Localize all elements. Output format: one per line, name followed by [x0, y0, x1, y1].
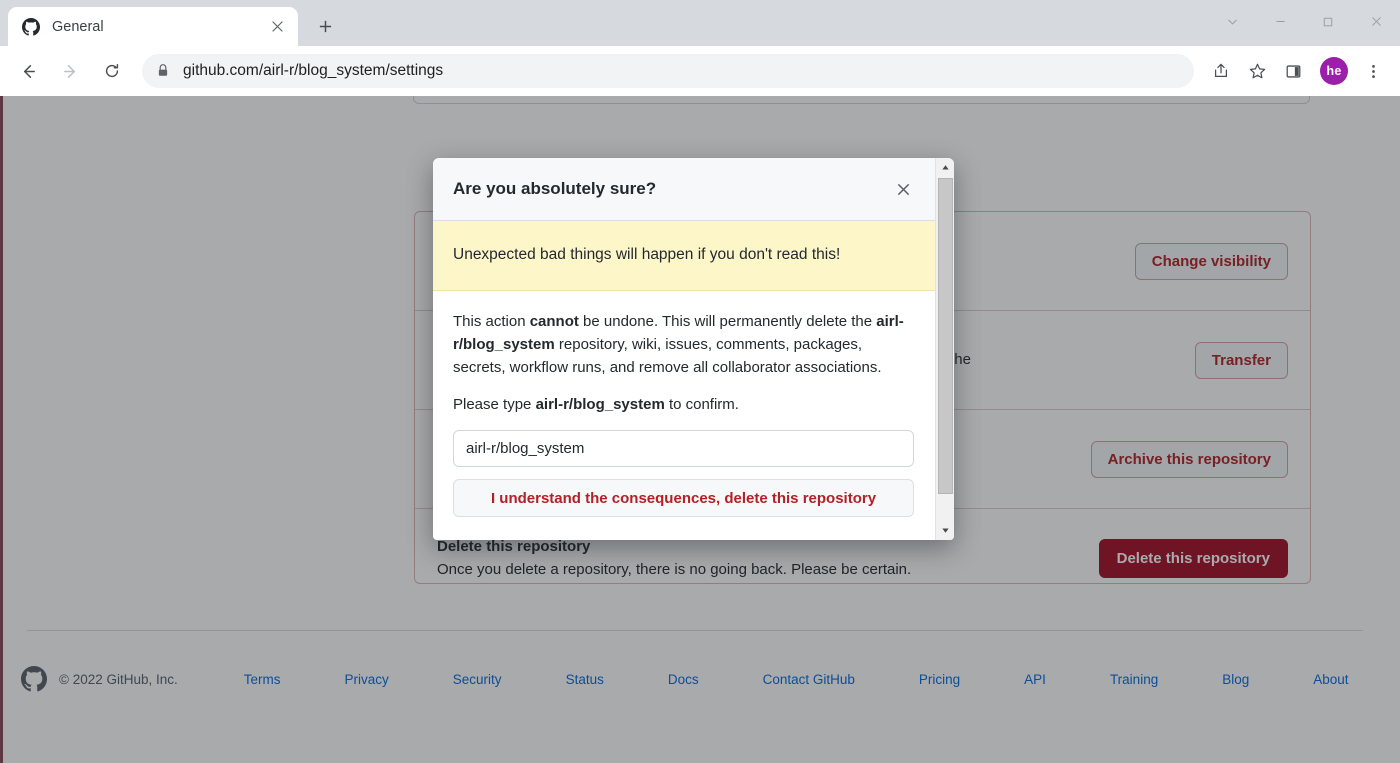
lock-icon: [156, 63, 170, 79]
page-viewport: Danger Zone Change repository visibility…: [0, 96, 1400, 763]
close-icon[interactable]: [1352, 0, 1400, 43]
tab-close-icon[interactable]: [266, 16, 288, 38]
confirm-repository-name-input[interactable]: [453, 430, 914, 468]
new-tab-button[interactable]: [310, 11, 340, 41]
side-panel-icon[interactable]: [1276, 54, 1310, 88]
tab-general[interactable]: General: [8, 7, 298, 46]
chevron-down-icon[interactable]: [1208, 0, 1256, 43]
p1-a: This action: [453, 313, 530, 330]
scroll-down-arrow-icon[interactable]: [937, 522, 954, 539]
browser-toolbar: github.com/airl-r/blog_system/settings h…: [0, 46, 1400, 96]
maximize-icon[interactable]: [1304, 0, 1352, 43]
address-bar[interactable]: github.com/airl-r/blog_system/settings: [142, 54, 1194, 88]
p1-c: be undone. This will permanently delete …: [578, 313, 877, 330]
p2-a: Please type: [453, 396, 536, 414]
scrollbar-track[interactable]: [937, 176, 954, 522]
scrollbar-thumb[interactable]: [937, 178, 953, 494]
modal-warning-banner: Unexpected bad things will happen if you…: [433, 221, 935, 291]
three-dots-icon[interactable]: [1356, 54, 1390, 88]
modal-title: Are you absolutely sure?: [453, 179, 657, 198]
forward-arrow-icon: [52, 53, 88, 89]
modal-paragraph-2: Please type airl-r/blog_system to confir…: [453, 394, 915, 417]
p2-c: to confirm.: [664, 396, 739, 414]
url-text: github.com/airl-r/blog_system/settings: [183, 62, 444, 79]
minimize-icon[interactable]: [1256, 0, 1304, 43]
tab-title: General: [52, 18, 104, 35]
modal-scrollbar[interactable]: [935, 158, 954, 540]
tab-strip: General: [0, 0, 1400, 46]
p2-b: airl-r/blog_system: [535, 396, 665, 414]
p1-b: cannot: [529, 313, 579, 330]
modal-paragraph-1: This action cannot be undone. This will …: [453, 311, 915, 379]
github-icon: [22, 17, 40, 36]
close-icon[interactable]: [889, 175, 917, 203]
star-icon[interactable]: [1240, 54, 1274, 88]
modal-header: Are you absolutely sure?: [433, 158, 935, 221]
window-controls: [1208, 0, 1400, 43]
reload-icon[interactable]: [94, 53, 130, 89]
share-icon[interactable]: [1204, 54, 1238, 88]
browser-window: General github.com/airl-r/blog_system/se…: [0, 0, 1400, 763]
back-arrow-icon[interactable]: [10, 53, 46, 89]
modal-inner: Are you absolutely sure? Unexpected bad …: [433, 158, 935, 540]
confirm-delete-button[interactable]: I understand the consequences, delete th…: [453, 479, 914, 518]
modal-body: This action cannot be undone. This will …: [433, 291, 935, 518]
avatar[interactable]: he: [1320, 57, 1348, 85]
scroll-up-arrow-icon[interactable]: [937, 159, 954, 176]
delete-repository-modal: Are you absolutely sure? Unexpected bad …: [433, 158, 954, 540]
